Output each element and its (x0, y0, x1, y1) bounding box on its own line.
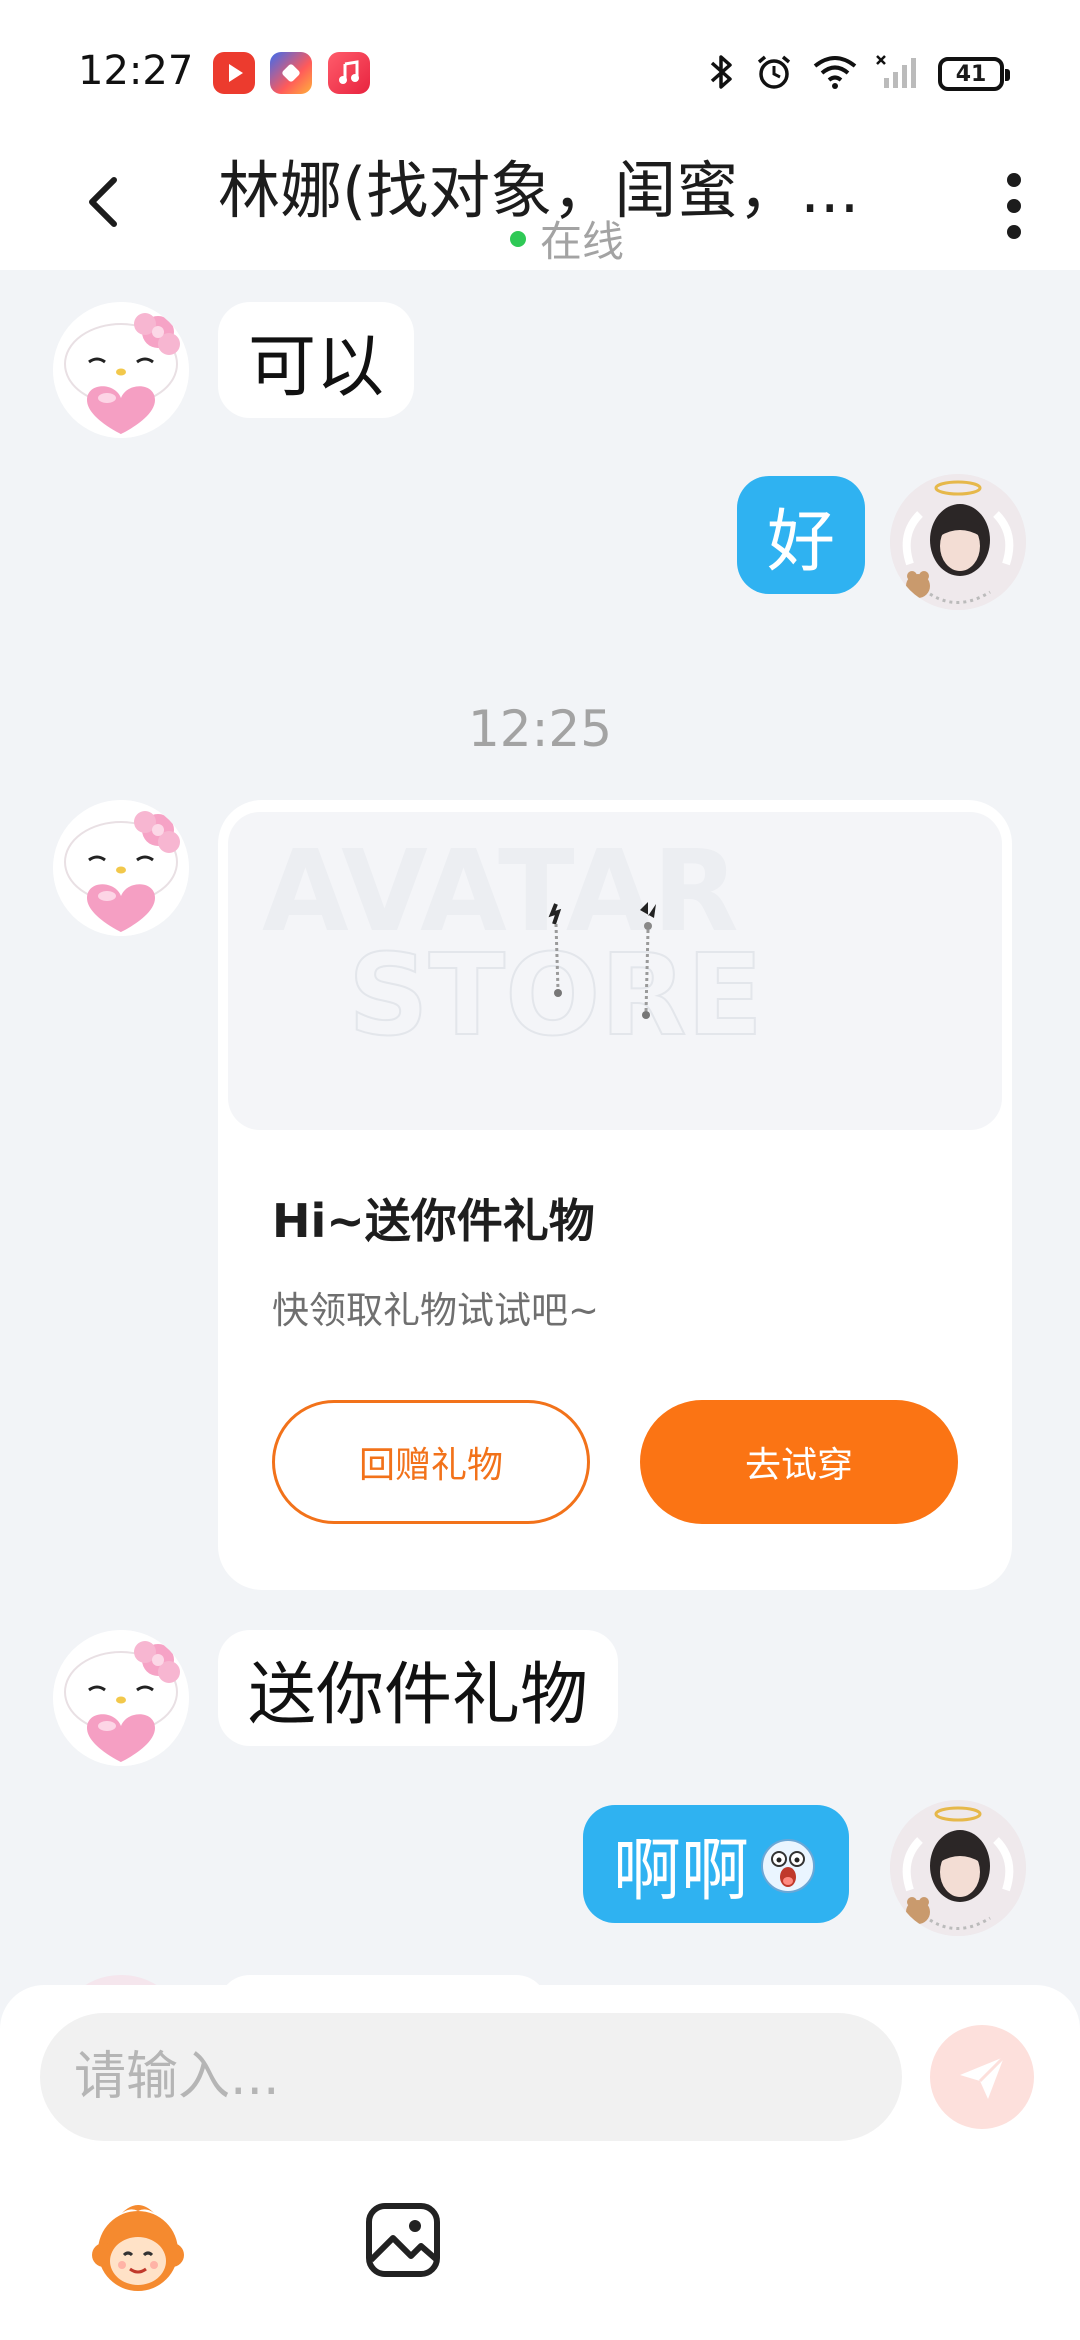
message-timestamp: 12:25 (467, 700, 613, 758)
gift-subtitle: 快领取礼物试试吧~ (272, 1289, 600, 1332)
message-text: 啊啊 (613, 1831, 750, 1911)
message-text: 可以 (248, 327, 385, 407)
signal-icon (876, 52, 920, 96)
online-status-label: 在线 (540, 217, 625, 266)
contact-avatar[interactable] (53, 302, 189, 438)
shocked-emoji-icon (757, 1833, 819, 1895)
palette-app-icon (270, 52, 312, 94)
online-status: 在线 (510, 208, 624, 269)
battery-icon: 41 (938, 57, 1010, 91)
contact-avatar[interactable] (53, 800, 189, 936)
my-avatar[interactable] (890, 1800, 1026, 1936)
try-on-button[interactable]: 去试穿 (640, 1400, 958, 1524)
bluetooth-icon (706, 52, 736, 96)
message-bubble-incoming[interactable]: 可以 (218, 302, 415, 418)
message-bubble-outgoing[interactable]: 啊啊 (583, 1805, 850, 1923)
music-app-icon (328, 52, 370, 94)
contact-avatar[interactable] (53, 1630, 189, 1766)
message-bubble-outgoing[interactable]: 好 (737, 476, 866, 594)
mascot-sticker-icon (92, 2205, 184, 2291)
image-picker-button[interactable] (363, 2200, 443, 2280)
back-button[interactable] (70, 160, 140, 240)
more-options-button[interactable] (984, 156, 1044, 256)
alarm-icon (754, 52, 794, 96)
message-bubble-incoming[interactable]: 送你件礼物 (218, 1630, 619, 1746)
wifi-icon (812, 52, 858, 96)
message-text: 好 (767, 502, 836, 582)
composer (0, 1985, 1080, 2340)
more-dot-icon (1007, 173, 1021, 187)
gift-preview-image[interactable]: AVATAR STORE (228, 812, 1002, 1130)
send-icon (960, 2055, 1006, 2099)
status-time: 12:27 (78, 48, 194, 94)
return-gift-button[interactable]: 回赠礼物 (272, 1400, 590, 1524)
online-dot-icon (510, 230, 526, 247)
image-icon (366, 2203, 440, 2277)
sticker-button[interactable] (84, 2193, 192, 2301)
video-app-icon (213, 52, 255, 94)
gift-title: Hi~送你件礼物 (272, 1194, 595, 1248)
more-dot-icon (1007, 225, 1021, 239)
message-text: 送你件礼物 (248, 1655, 589, 1735)
status-bar: 12:27 41 (0, 0, 1080, 140)
more-dot-icon (1007, 199, 1021, 213)
chat-header: 林娜(找对象，闺蜜，... 在线 (0, 140, 1080, 270)
message-input[interactable] (40, 2013, 902, 2141)
my-avatar[interactable] (890, 474, 1026, 610)
gift-card[interactable]: AVATAR STORE Hi~送你件礼物 快领取礼物试试吧~ 回赠礼物 去试穿 (218, 800, 1012, 1590)
send-button[interactable] (930, 2025, 1034, 2129)
